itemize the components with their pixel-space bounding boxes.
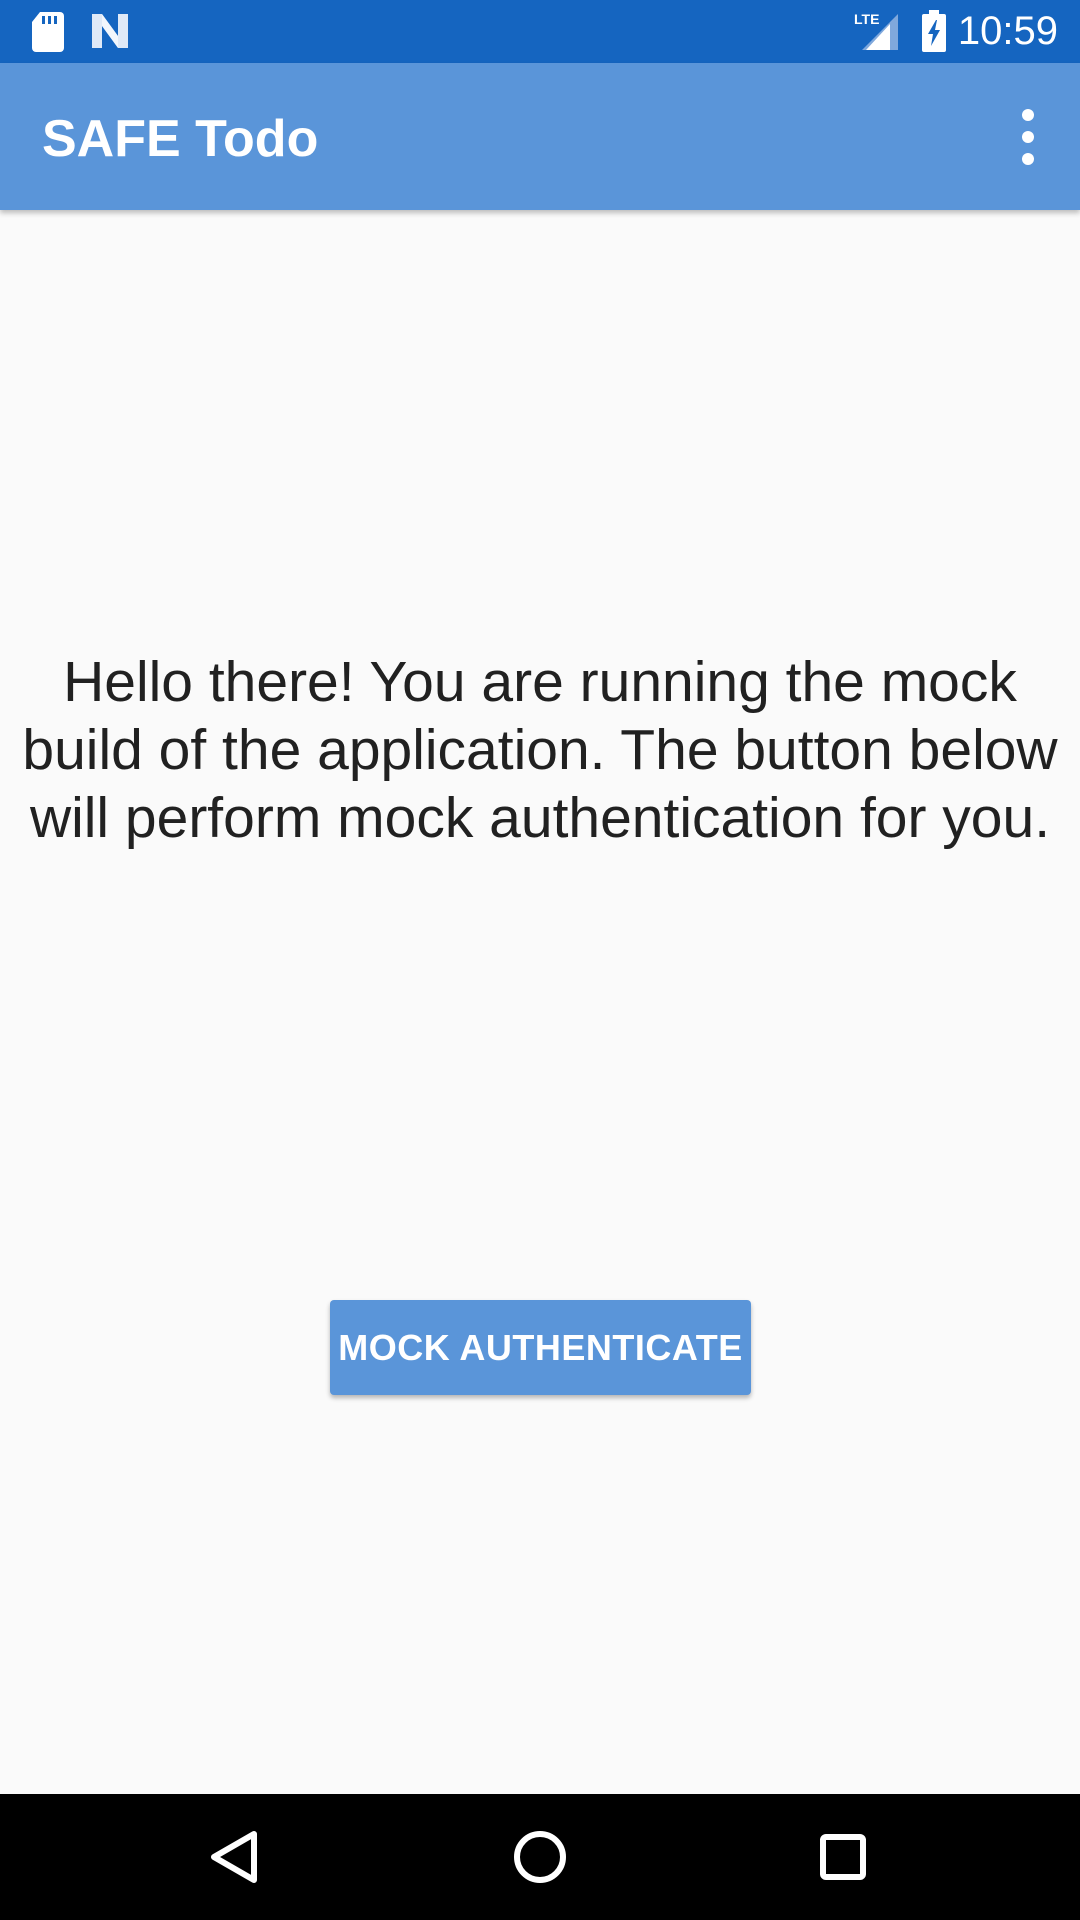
mock-authenticate-button[interactable]: MOCK AUTHENTICATE: [330, 1300, 751, 1395]
status-time: 10:59: [957, 9, 1058, 53]
battery-charging-icon: [922, 10, 946, 52]
navigation-bar: [0, 1794, 1080, 1920]
home-icon[interactable]: [495, 1812, 585, 1902]
app-title: SAFE Todo: [42, 110, 319, 168]
recents-icon[interactable]: [798, 1812, 888, 1902]
back-icon[interactable]: [190, 1812, 280, 1902]
status-bar: LTE 10:59: [0, 0, 1080, 63]
sd-card-icon: [32, 12, 64, 52]
screen: LTE 10:59 SAFE Todo Hello there! You are…: [0, 0, 1080, 1920]
notification-n-icon: [92, 14, 128, 48]
lte-signal-icon: LTE: [854, 11, 898, 50]
mock-build-message: Hello there! You are running the mock bu…: [22, 650, 1058, 850]
svg-text:LTE: LTE: [854, 11, 879, 27]
more-vert-icon[interactable]: [998, 103, 1058, 171]
app-bar: SAFE Todo: [0, 63, 1080, 210]
